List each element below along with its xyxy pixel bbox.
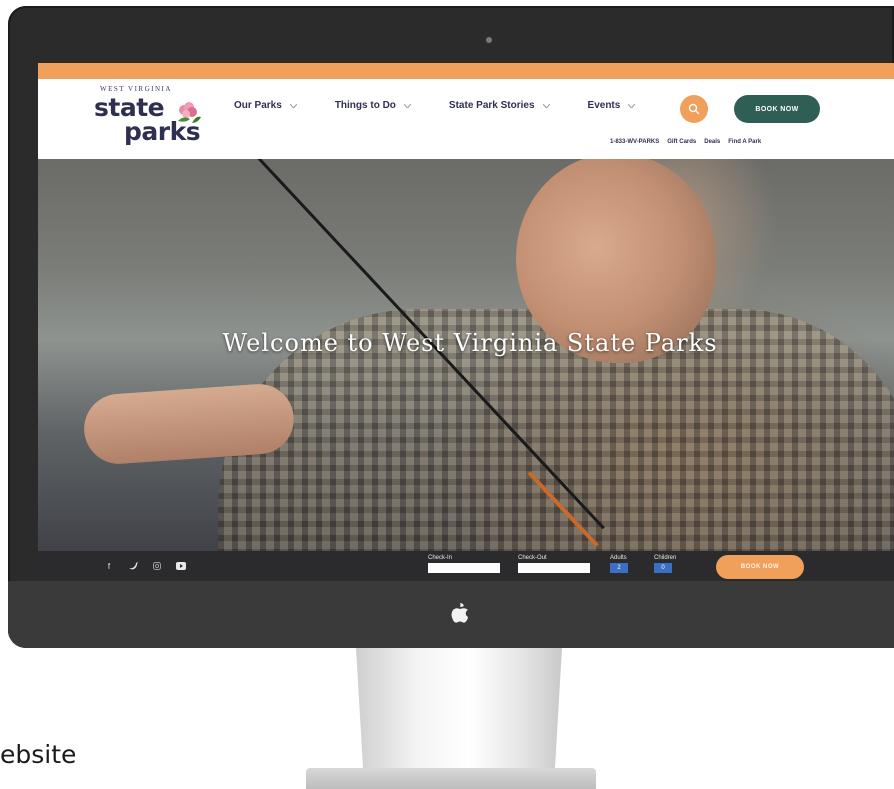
utility-link-gift-cards[interactable]: Gift Cards (667, 139, 696, 145)
adults-field: Adults 2 (610, 555, 628, 573)
nav-item-label: Our Parks (234, 100, 282, 111)
alert-bar[interactable] (38, 63, 894, 79)
instagram-icon[interactable] (152, 561, 162, 571)
camera-dot (486, 37, 492, 43)
nav-item-label: Things to Do (334, 100, 396, 111)
nav-item-state-park-stories[interactable]: State Park Stories (449, 100, 550, 111)
chevron-down-icon (403, 103, 411, 108)
adults-select[interactable]: 2 (610, 563, 628, 573)
hero-title: Welcome to West Virginia State Parks (222, 329, 718, 357)
logo-wordmark-small: WEST VIRGINIA (100, 85, 172, 93)
utility-nav: 1-833-WV-PARKS Gift Cards Deals Find A P… (610, 139, 769, 145)
youtube-icon[interactable] (176, 561, 186, 571)
utility-link-deals[interactable]: Deals (704, 139, 720, 145)
site-header: WEST VIRGINIA state parks Our Parks Thin… (38, 79, 894, 159)
booking-submit-button[interactable]: BOOK NOW (716, 555, 804, 579)
chevron-down-icon (628, 103, 636, 108)
nav-item-events[interactable]: Events (588, 100, 636, 111)
check-out-input[interactable] (518, 563, 590, 573)
nav-item-things-to-do[interactable]: Things to Do (335, 100, 411, 111)
book-now-button[interactable]: BOOK NOW (734, 95, 820, 123)
nav-item-label: Events (587, 100, 621, 111)
nav-item-our-parks[interactable]: Our Parks (234, 100, 297, 111)
apple-logo-icon (451, 603, 468, 623)
check-in-field: Check-In (428, 555, 500, 573)
adults-label: Adults (610, 555, 627, 561)
search-icon (688, 103, 700, 115)
children-label: Children (654, 555, 677, 561)
facebook-icon[interactable]: f (104, 561, 114, 571)
utility-link-phone[interactable]: 1-833-WV-PARKS (610, 139, 659, 145)
flower-icon (178, 102, 201, 123)
caption-text: ebsite (0, 740, 77, 769)
social-links: f (104, 561, 200, 571)
children-select[interactable]: 0 (654, 563, 672, 573)
check-out-field: Check-Out (518, 555, 590, 573)
hero-photo-arm (81, 381, 297, 467)
check-in-label: Check-In (428, 555, 453, 561)
monitor-stand-base (306, 768, 596, 789)
search-button[interactable] (680, 95, 708, 123)
twitter-icon[interactable] (128, 561, 138, 571)
check-in-input[interactable] (428, 563, 500, 573)
chevron-down-icon (289, 103, 297, 108)
main-nav: Our Parks Things to Do State Park Storie… (234, 100, 673, 111)
children-field: Children 0 (654, 555, 676, 573)
utility-link-find-a-park[interactable]: Find A Park (728, 139, 761, 145)
monitor-frame: WEST VIRGINIA state parks Our Parks Thin… (8, 6, 894, 648)
website-screen: WEST VIRGINIA state parks Our Parks Thin… (38, 63, 894, 583)
booking-bar: f Check-In Check-Out Adults 2 Children 0… (38, 551, 894, 583)
stage: WEST VIRGINIA state parks Our Parks Thin… (0, 0, 894, 789)
hero-banner: Welcome to West Virginia State Parks (38, 159, 894, 551)
site-logo[interactable]: WEST VIRGINIA state parks (94, 85, 204, 151)
chevron-down-icon (542, 103, 550, 108)
nav-item-label: State Park Stories (448, 100, 535, 111)
check-out-label: Check-Out (518, 555, 547, 561)
